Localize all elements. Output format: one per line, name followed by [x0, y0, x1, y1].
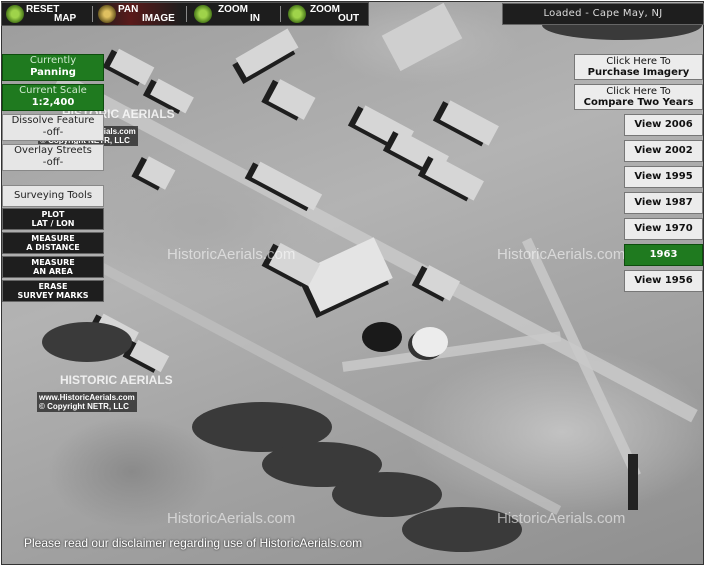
view-1987-button[interactable]: View 1987 [624, 192, 703, 214]
map-tank [362, 322, 402, 352]
reset-sublabel: MAP [54, 13, 77, 24]
pan-sublabel: IMAGE [142, 13, 175, 24]
mode-label: Currently [29, 55, 77, 66]
pan-label: PAN [118, 4, 139, 15]
zoom-out-label: ZOOM [310, 4, 340, 15]
reset-icon [6, 5, 24, 23]
map-building [109, 48, 155, 86]
measure-area-button[interactable]: MEASURE AN AREA [2, 256, 104, 278]
plot-lat-lon-button[interactable]: PLOT LAT / LON [2, 208, 104, 230]
year-1963-selected[interactable]: 1963 [624, 244, 703, 266]
map-trees [42, 322, 132, 362]
site-watermark: HistoricAerials.com [167, 510, 296, 527]
map-tower [628, 454, 638, 510]
location-status: Loaded - Cape May, NJ [502, 3, 704, 25]
map-building [235, 28, 299, 78]
tool-sublabel: A DISTANCE [26, 243, 80, 252]
zoom-out-sublabel: OUT [338, 13, 360, 24]
map-building [129, 339, 170, 373]
reset-map-button[interactable]: RESET MAP [4, 3, 86, 25]
toolbar-divider [186, 6, 187, 22]
disclaimer-link[interactable]: Please read our disclaimer regarding use… [24, 536, 362, 550]
overlay-label: Overlay Streets [14, 145, 92, 156]
dissolve-feature-toggle[interactable]: Dissolve Feature -off- [2, 114, 104, 141]
purchase-label: Click Here To [606, 56, 671, 67]
compare-sublabel: Compare Two Years [583, 97, 694, 108]
copyright-owner: © Copyright NETR, LLC [39, 402, 129, 411]
surveying-tools-header: Surveying Tools [2, 185, 104, 207]
dissolve-value: -off- [42, 127, 64, 138]
map-building [138, 156, 176, 190]
tool-label: PLOT [41, 210, 65, 219]
map-building [268, 79, 316, 120]
magnifier-plus-icon [194, 5, 212, 23]
tool-sublabel: LAT / LON [31, 219, 75, 228]
scale-indicator: Current Scale 1:2,400 [2, 84, 104, 111]
map-toolbar: RESET MAP PAN IMAGE ZOOM IN ZOOM OUT [1, 2, 369, 26]
map-building [440, 100, 499, 146]
overlay-value: -off- [42, 157, 64, 168]
map-tank [412, 327, 448, 357]
toolbar-divider [280, 6, 281, 22]
mode-indicator: Currently Panning [2, 54, 104, 81]
erase-survey-marks-button[interactable]: ERASE SURVEY MARKS [2, 280, 104, 302]
dissolve-label: Dissolve Feature [11, 115, 95, 126]
site-watermark: HistoricAerials.com [497, 246, 626, 263]
magnifier-minus-icon [288, 5, 306, 23]
copyright-url: www.HistoricAerials.com [39, 393, 135, 402]
zoom-in-label: ZOOM [218, 4, 248, 15]
zoom-out-button[interactable]: ZOOM OUT [286, 3, 366, 25]
view-1956-button[interactable]: View 1956 [624, 270, 703, 292]
site-watermark: HistoricAerials.com [167, 246, 296, 263]
site-watermark: HistoricAerials.com [497, 510, 626, 527]
tool-sublabel: SURVEY MARKS [17, 291, 89, 300]
purchase-sublabel: Purchase Imagery [587, 67, 690, 78]
purchase-imagery-button[interactable]: Click Here To Purchase Imagery [574, 54, 703, 80]
measure-distance-button[interactable]: MEASURE A DISTANCE [2, 232, 104, 254]
view-2002-button[interactable]: View 2002 [624, 140, 703, 162]
scale-label: Current Scale [19, 85, 87, 96]
toolbar-divider [92, 6, 93, 22]
copyright-watermark: www.HistoricAerials.com © Copyright NETR… [37, 392, 137, 412]
view-2006-button[interactable]: View 2006 [624, 114, 703, 136]
map-building [425, 155, 484, 201]
tool-label: MEASURE [31, 234, 75, 243]
view-1970-button[interactable]: View 1970 [624, 218, 703, 240]
zoom-in-sublabel: IN [250, 13, 260, 24]
scale-value: 1:2,400 [31, 97, 75, 108]
tool-sublabel: AN AREA [33, 267, 73, 276]
zoom-in-button[interactable]: ZOOM IN [192, 3, 272, 25]
map-building [301, 237, 393, 312]
map-building [381, 2, 463, 72]
tool-label: ERASE [38, 282, 68, 291]
tool-label: MEASURE [31, 258, 75, 267]
map-trees [332, 472, 442, 517]
pan-image-button[interactable]: PAN IMAGE [96, 3, 182, 25]
overlay-streets-toggle[interactable]: Overlay Streets -off- [2, 144, 104, 171]
compare-label: Click Here To [606, 86, 671, 97]
mode-value: Panning [30, 67, 76, 78]
compare-years-button[interactable]: Click Here To Compare Two Years [574, 84, 703, 110]
logo-watermark: HISTORIC AERIALS [60, 373, 173, 387]
view-1995-button[interactable]: View 1995 [624, 166, 703, 188]
pan-arrows-icon [98, 5, 116, 23]
